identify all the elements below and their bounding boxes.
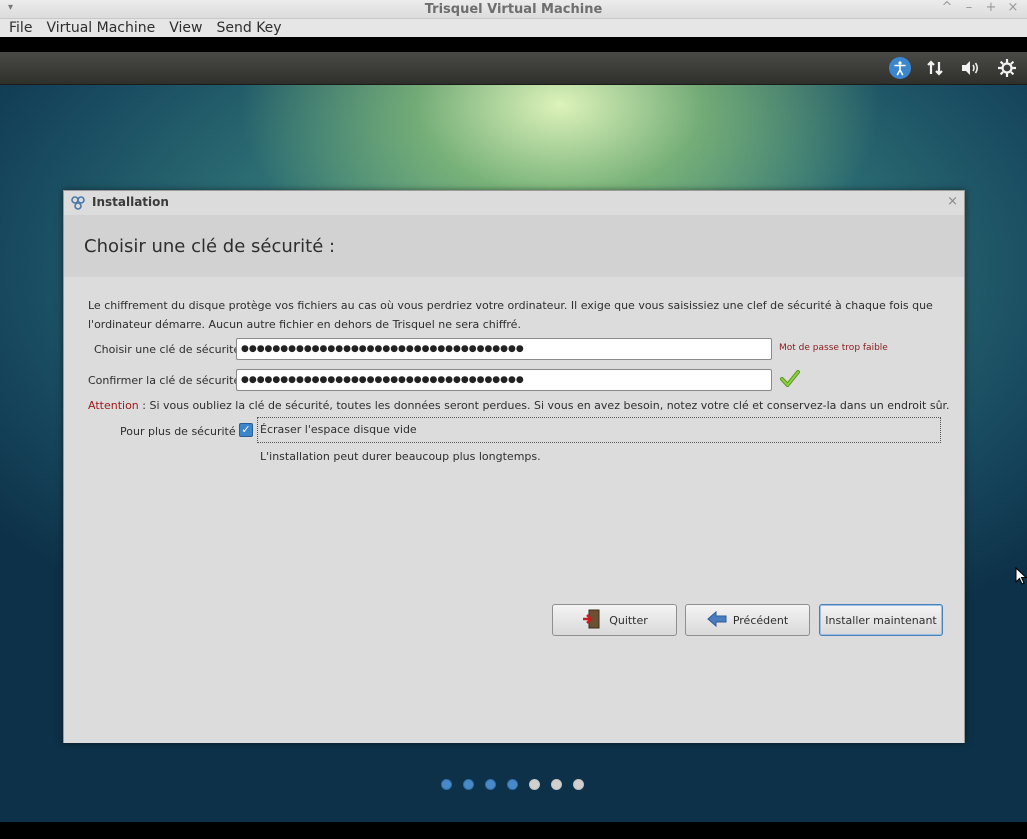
confirm-key-input[interactable]: ●●●●●●●●●●●●●●●●●●●●●●●●●●●●●●●●●●●● [236, 369, 772, 391]
password-strength-text: Mot de passe trop faible [779, 343, 888, 353]
maximize-window-icon[interactable]: + [985, 0, 997, 15]
confirm-key-label: Confirmer la clé de sécurité : [88, 374, 248, 387]
attention-label: Attention [88, 399, 139, 412]
step-dot [441, 779, 452, 790]
install-now-button[interactable]: Installer maintenant [819, 604, 943, 636]
volume-icon[interactable] [959, 56, 983, 80]
back-arrow-icon [707, 610, 727, 631]
step-progress [441, 779, 584, 790]
dialog-close-icon[interactable]: × [947, 194, 958, 209]
attention-text: : Si vous oubliez la clé de sécurité, to… [138, 399, 950, 412]
back-label: Précédent [732, 613, 789, 627]
guest-top-strip [0, 37, 1027, 52]
overwrite-checkbox[interactable]: ✓ [239, 423, 253, 437]
page-title: Choisir une clé de sécurité : [84, 236, 336, 257]
network-icon[interactable] [923, 56, 947, 80]
shade-window-icon[interactable]: ^ [941, 0, 953, 15]
dialog-title: Installation [92, 195, 169, 209]
dialog-titlebar: Installation × [64, 191, 964, 215]
step-dot [551, 779, 562, 790]
step-dot [573, 779, 584, 790]
window-controls: ^ – + × [941, 0, 1019, 15]
security-key-input[interactable]: ●●●●●●●●●●●●●●●●●●●●●●●●●●●●●●●●●●●● [236, 338, 772, 360]
minimize-window-icon[interactable]: – [963, 0, 975, 15]
quit-label: Quitter [609, 613, 648, 627]
dialog-header: Choisir une clé de sécurité : [64, 215, 964, 277]
accessibility-icon[interactable] [889, 57, 911, 79]
back-button[interactable]: Précédent [685, 604, 810, 636]
close-window-icon[interactable]: × [1007, 0, 1019, 15]
window-menu-icon[interactable]: ▾ [8, 2, 13, 13]
step-dot [463, 779, 474, 790]
attention-message: Attention : Si vous oubliez la clé de sé… [88, 399, 950, 412]
mouse-pointer-icon [1015, 566, 1027, 588]
installer-dialog: Installation × Choisir une clé de sécuri… [63, 190, 965, 790]
overwrite-hint: L'installation peut durer beaucoup plus … [260, 450, 541, 463]
host-menubar: File Virtual Machine View Send Key [0, 19, 1027, 37]
security-key-label: Choisir une clé de sécurité : [94, 343, 248, 356]
window-title: Trisquel Virtual Machine [424, 1, 603, 17]
quit-button[interactable]: Quitter [552, 604, 677, 636]
guest-bottom-strip [0, 822, 1027, 839]
installer-logo-icon [70, 195, 86, 211]
quit-door-icon [581, 608, 603, 633]
menu-send-key[interactable]: Send Key [211, 20, 286, 36]
step-dot [529, 779, 540, 790]
more-security-label: Pour plus de sécurité : [120, 425, 243, 438]
menu-view[interactable]: View [164, 20, 207, 36]
match-check-icon [779, 368, 801, 390]
settings-icon[interactable] [995, 56, 1019, 80]
step-dot [507, 779, 518, 790]
step-dot [485, 779, 496, 790]
encryption-description: Le chiffrement du disque protège vos fic… [88, 299, 933, 331]
host-titlebar: ▾ Trisquel Virtual Machine ^ – + × [0, 0, 1027, 19]
install-label: Installer maintenant [825, 613, 937, 627]
menu-file[interactable]: File [4, 20, 37, 36]
overwrite-checkbox-label[interactable]: Écraser l'espace disque vide [260, 423, 417, 436]
panel-indicators [889, 56, 1019, 80]
guest-top-panel [0, 52, 1027, 85]
menu-virtual-machine[interactable]: Virtual Machine [41, 20, 160, 36]
dialog-body: Le chiffrement du disque protège vos fic… [64, 277, 964, 790]
